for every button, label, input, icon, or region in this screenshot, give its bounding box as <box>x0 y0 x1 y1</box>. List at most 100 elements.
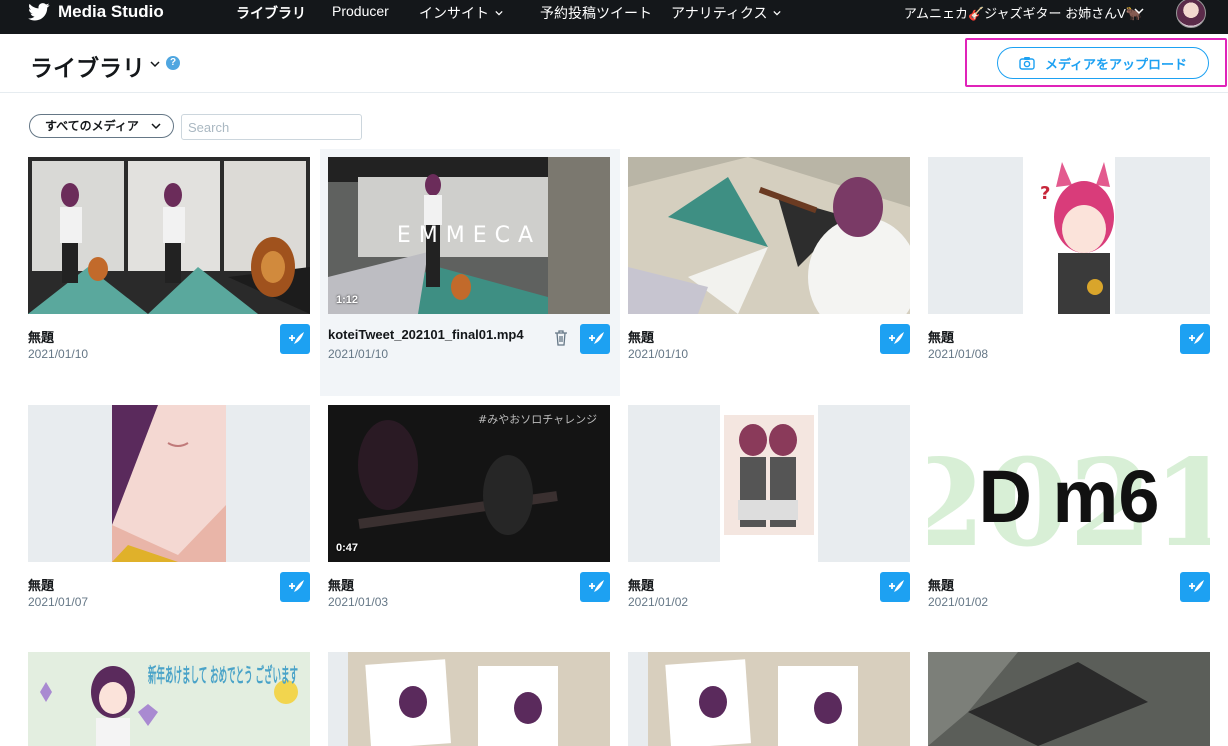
nav-insights[interactable]: インサイト <box>419 3 503 23</box>
media-date: 2021/01/10 <box>628 347 689 361</box>
thumbnail-image <box>928 652 1210 746</box>
media-thumbnail[interactable] <box>628 652 910 746</box>
media-title: koteiTweet_202101_final01.mp4 <box>328 327 524 342</box>
thumbnail-image: 新年あけまして おめでとう ございます <box>28 652 310 746</box>
video-duration: 0:47 <box>336 542 359 554</box>
chevron-down-icon <box>773 10 782 16</box>
media-card[interactable]: 無題 2021/01/10 <box>628 157 928 397</box>
compose-tweet-icon <box>1189 332 1204 347</box>
brand-name: Media Studio <box>58 2 164 21</box>
brand[interactable]: Media Studio <box>28 0 164 24</box>
media-thumbnail[interactable] <box>328 652 610 746</box>
media-date: 2021/01/10 <box>28 347 89 361</box>
thumbnail-image: EMMECA <box>328 157 610 314</box>
media-filter-label: すべてのメディア <box>45 119 139 133</box>
media-date: 2021/01/08 <box>928 347 989 361</box>
media-date: 2021/01/10 <box>328 347 389 361</box>
media-card[interactable]: ? 無題 2021/01/08 <box>928 157 1228 397</box>
media-filter-dropdown[interactable]: すべてのメディア <box>29 114 174 138</box>
compose-tweet-button[interactable] <box>580 572 610 602</box>
compose-tweet-button[interactable] <box>580 324 610 354</box>
media-date: 2021/01/03 <box>328 595 389 609</box>
compose-tweet-icon <box>1189 580 1204 595</box>
thumb-solo-text: #みやおソロチャレンジ <box>478 413 597 426</box>
media-thumbnail[interactable] <box>628 157 910 314</box>
media-card[interactable] <box>928 652 1228 746</box>
compose-tweet-icon <box>589 332 604 347</box>
thumb-newyear-text: 新年あけまして おめでとう ございます <box>148 663 298 687</box>
thumbnail-image: 2021 D m6 <box>928 405 1210 562</box>
nav-insights-label: インサイト <box>419 5 489 21</box>
media-title: 無題 <box>28 578 55 593</box>
chevron-down-icon <box>495 10 503 16</box>
twitter-bird-icon <box>28 3 50 21</box>
media-thumbnail[interactable]: 新年あけまして おめでとう ございます <box>28 652 310 746</box>
media-card[interactable]: #みやおソロチャレンジ 0:47 無題 2021/01/03 <box>328 405 628 645</box>
trash-icon[interactable] <box>554 330 568 346</box>
thumbnail-image <box>28 157 310 314</box>
thumbnail-image <box>628 157 910 314</box>
compose-tweet-icon <box>889 580 904 595</box>
thumbnail-image <box>628 652 910 746</box>
top-nav: Media Studio ライブラリ Producer インサイト 予約投稿ツイ… <box>0 0 1228 34</box>
compose-tweet-button[interactable] <box>1180 324 1210 354</box>
media-card[interactable]: 無題 2021/01/07 <box>28 405 328 645</box>
media-thumbnail[interactable]: #みやおソロチャレンジ 0:47 <box>328 405 610 562</box>
media-date: 2021/01/02 <box>928 595 989 609</box>
nav-library[interactable]: ライブラリ <box>236 3 306 23</box>
avatar[interactable] <box>1176 0 1206 28</box>
compose-tweet-button[interactable] <box>880 572 910 602</box>
help-icon[interactable]: ? <box>166 56 180 70</box>
nav-library-label: ライブラリ <box>236 5 306 21</box>
nav-producer-label: Producer <box>332 3 389 19</box>
media-thumbnail[interactable]: EMMECA 1:12 <box>328 157 610 314</box>
media-thumbnail[interactable] <box>28 405 310 562</box>
media-card[interactable]: 無題 2021/01/10 <box>28 157 328 397</box>
thumb-chord-text: D m6 <box>979 455 1160 538</box>
nav-analytics-label: アナリティクス <box>671 5 768 21</box>
svg-text:?: ? <box>1040 183 1050 204</box>
media-thumbnail[interactable]: ? <box>928 157 1210 314</box>
compose-tweet-button[interactable] <box>280 324 310 354</box>
media-title: 無題 <box>628 578 655 593</box>
account-name[interactable]: アムニェカ🎸ジャズギター お姉さんV🐂 <box>904 3 1142 22</box>
page-header: ライブラリ ? メディアをアップロード <box>0 34 1228 93</box>
thumbnail-image: ? <box>928 157 1210 314</box>
media-title: 無題 <box>928 330 955 345</box>
compose-tweet-button[interactable] <box>880 324 910 354</box>
compose-tweet-button[interactable] <box>1180 572 1210 602</box>
account-chevron-icon[interactable] <box>1134 6 1144 16</box>
chevron-down-icon[interactable] <box>150 60 160 68</box>
media-card-selected[interactable]: EMMECA 1:12 koteiTweet_202101_final01.mp… <box>320 149 620 396</box>
nav-scheduled[interactable]: 予約投稿ツイート <box>540 3 652 23</box>
video-duration: 1:12 <box>336 294 359 306</box>
search-input[interactable] <box>181 114 362 140</box>
nav-scheduled-label: 予約投稿ツイート <box>540 5 652 21</box>
media-title: 無題 <box>28 330 55 345</box>
compose-tweet-icon <box>889 332 904 347</box>
media-thumbnail[interactable] <box>928 652 1210 746</box>
media-thumbnail[interactable]: 2021 D m6 <box>928 405 1210 562</box>
media-title: 無題 <box>628 330 655 345</box>
media-title: 無題 <box>928 578 955 593</box>
compose-tweet-button[interactable] <box>280 572 310 602</box>
nav-producer[interactable]: Producer <box>332 3 389 19</box>
compose-tweet-icon <box>289 580 304 595</box>
thumbnail-image <box>28 405 310 562</box>
media-card[interactable]: 無題 2021/01/02 <box>628 405 928 645</box>
compose-tweet-icon <box>289 332 304 347</box>
media-thumbnail[interactable] <box>28 157 310 314</box>
media-card[interactable] <box>628 652 928 746</box>
media-title: 無題 <box>328 578 355 593</box>
media-card[interactable]: 新年あけまして おめでとう ございます <box>28 652 328 746</box>
media-thumbnail[interactable] <box>628 405 910 562</box>
thumbnail-image: #みやおソロチャレンジ <box>328 405 610 562</box>
upload-media-button[interactable]: メディアをアップロード <box>997 47 1209 79</box>
media-card[interactable] <box>328 652 628 746</box>
upload-label: メディアをアップロード <box>1044 56 1188 72</box>
page-title[interactable]: ライブラリ <box>30 49 145 83</box>
thumb-emmeca-text: EMMECA <box>397 223 541 248</box>
media-date: 2021/01/02 <box>628 595 689 609</box>
nav-analytics[interactable]: アナリティクス <box>671 3 782 23</box>
media-card[interactable]: 2021 D m6 無題 2021/01/02 <box>928 405 1228 645</box>
